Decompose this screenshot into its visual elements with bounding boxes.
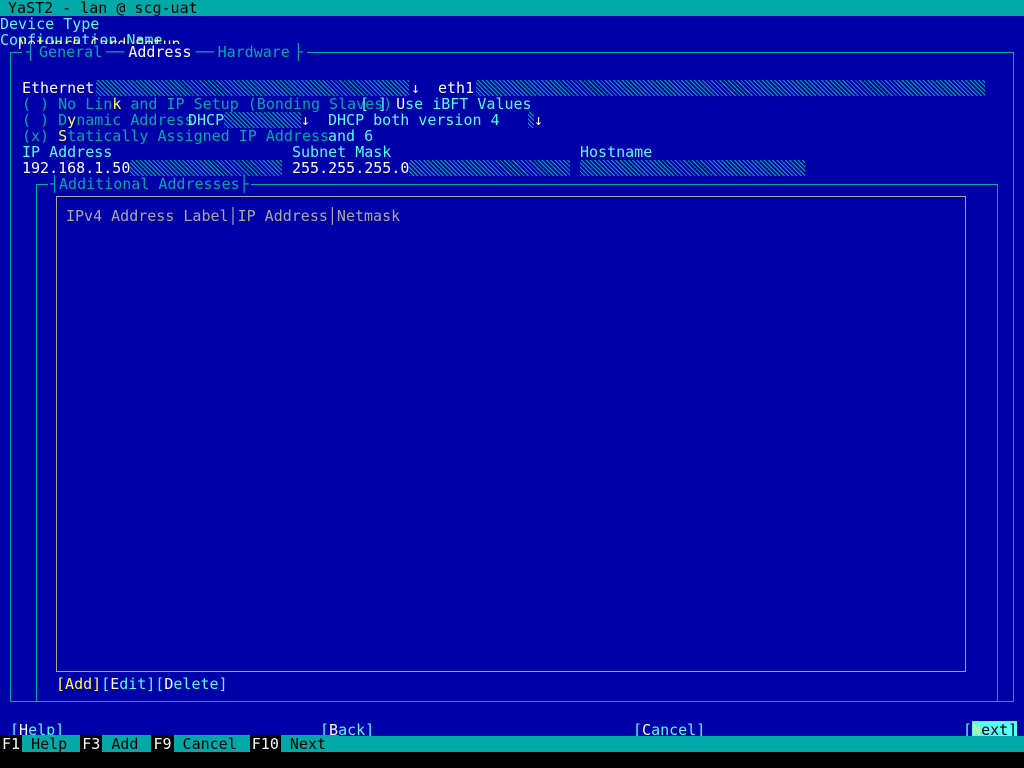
fkey-f1[interactable]: F1 bbox=[0, 735, 22, 753]
edit-button[interactable]: [Edit] bbox=[101, 675, 155, 693]
input-ip[interactable]: 192.168.1.50 bbox=[22, 160, 282, 176]
input-hostname[interactable] bbox=[580, 160, 805, 176]
list-additional-addresses[interactable] bbox=[56, 196, 966, 672]
chevron-down-icon: ↓ bbox=[409, 80, 422, 96]
chevron-down-icon: ↓ bbox=[301, 112, 310, 128]
fkey-label: Next bbox=[281, 735, 339, 753]
list-additional-addresses-header: IPv4 Address Label│IP Address│Netmask bbox=[66, 208, 400, 224]
fkey-label: Add bbox=[102, 735, 151, 753]
fkey-label: Cancel bbox=[174, 735, 250, 753]
tab-address[interactable]: Address bbox=[126, 43, 193, 61]
label-host: Hostname bbox=[580, 144, 652, 160]
select-dhcp-value: DHCP bbox=[188, 112, 224, 128]
tab-general[interactable]: General bbox=[37, 43, 104, 61]
label-ip: IP Address bbox=[22, 144, 112, 160]
label-mask: Subnet Mask bbox=[292, 144, 391, 160]
select-device-type-value: Ethernet bbox=[22, 80, 96, 96]
label-device-type: Device Type bbox=[0, 16, 1024, 32]
select-fill bbox=[96, 80, 409, 96]
input-fill bbox=[476, 80, 985, 96]
select-dhcp[interactable]: DHCP ↓ bbox=[188, 112, 310, 128]
select-dhcp-version[interactable]: DHCP both version 4 and 6 ↓ bbox=[328, 112, 543, 128]
input-config-name-value: eth1 bbox=[438, 80, 476, 96]
delete-button[interactable]: [Delete] bbox=[155, 675, 227, 693]
radio-dynamic[interactable]: ( ) Dynamic Address bbox=[22, 112, 194, 128]
input-subnet-mask[interactable]: 255.255.255.0 bbox=[292, 160, 570, 176]
radio-static[interactable]: (x) Statically Assigned IP Address bbox=[22, 128, 329, 144]
function-key-bar: F1 Help F3 Add F9 Cancel F10 Next bbox=[0, 736, 1024, 768]
select-device-type[interactable]: Ethernet ↓ bbox=[22, 80, 422, 96]
add-button[interactable]: [Add] bbox=[56, 675, 101, 693]
function-key-filler bbox=[0, 752, 1024, 768]
group-additional-addresses-title: ┤Additional Addresses├ bbox=[48, 176, 251, 192]
function-key-row: F1 Help F3 Add F9 Cancel F10 Next bbox=[0, 736, 339, 752]
checkbox-ibft[interactable]: [ ] Use iBFT Values bbox=[360, 96, 532, 112]
row-add-edit-delete: [Add][Edit][Delete] bbox=[56, 676, 228, 692]
select-dhcp-version-value: DHCP both version 4 and 6 bbox=[328, 112, 528, 128]
fkey-f3[interactable]: F3 bbox=[80, 735, 102, 753]
window-titlebar: YaST2 - lan @ scg-uat bbox=[0, 0, 1024, 16]
fkey-f9[interactable]: F9 bbox=[151, 735, 173, 753]
chevron-down-icon: ↓ bbox=[534, 112, 543, 128]
fkey-label: Help bbox=[22, 735, 80, 753]
input-config-name[interactable]: eth1 bbox=[438, 80, 985, 96]
radio-no-link[interactable]: ( ) No Link and IP Setup (Bonding Slaves… bbox=[22, 96, 392, 112]
fkey-f10[interactable]: F10 bbox=[250, 735, 281, 753]
main-screen: Network Card Setup ┤General──Address──Ha… bbox=[0, 16, 1024, 736]
tab-hardware[interactable]: Hardware bbox=[216, 43, 292, 61]
tab-bar: ┤General──Address──Hardware├ bbox=[22, 44, 307, 60]
